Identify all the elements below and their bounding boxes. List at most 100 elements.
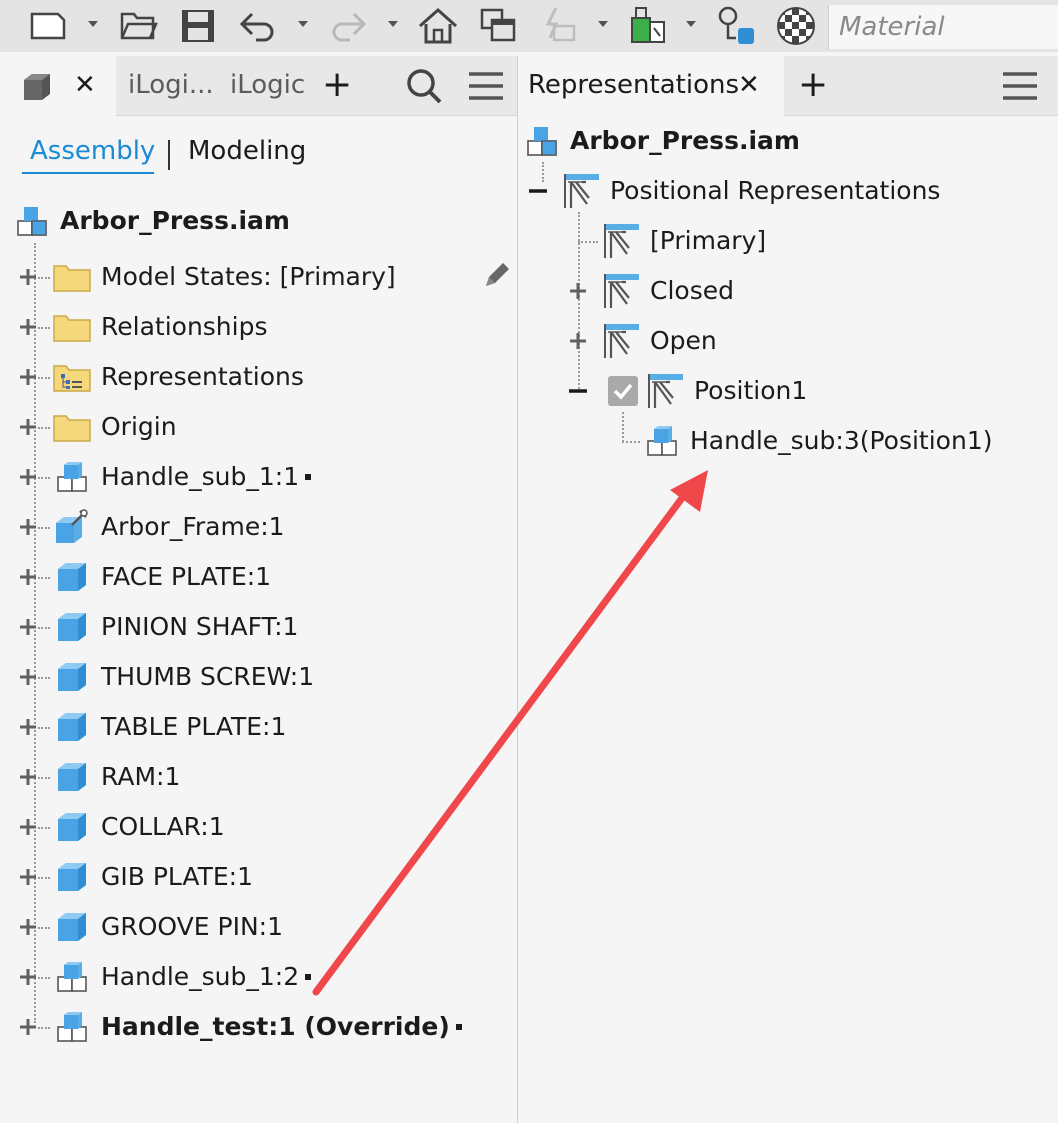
- rep-item-open[interactable]: Open: [650, 325, 717, 357]
- expand-open-button[interactable]: [568, 331, 588, 351]
- tree-item[interactable]: Handle_test:1 (Override): [0, 1002, 517, 1052]
- quick-access-toolbar: Material: [0, 0, 1058, 52]
- menu-icon[interactable]: [466, 66, 506, 106]
- tree-item[interactable]: Arbor_Frame:1: [0, 502, 517, 552]
- expand-button[interactable]: [18, 917, 38, 937]
- collapse-positional-button[interactable]: [528, 181, 548, 201]
- part-icon: [52, 707, 92, 747]
- tree-guide-line: [622, 441, 640, 443]
- tree-item[interactable]: Relationships: [0, 302, 517, 352]
- copy-views-icon[interactable]: [476, 4, 520, 48]
- assembly-icon: [524, 121, 564, 161]
- part-icon: [52, 907, 92, 947]
- material-dropdown[interactable]: Material: [828, 5, 1058, 49]
- tree-item[interactable]: THUMB SCREW:1: [0, 652, 517, 702]
- expand-button[interactable]: [18, 717, 38, 737]
- tree-item-label: Representations: [101, 362, 304, 391]
- tab-modeling[interactable]: Modeling: [188, 136, 306, 166]
- part-icon: [52, 807, 92, 847]
- tree-guide-line: [38, 827, 50, 829]
- material-sphere-icon[interactable]: [774, 4, 818, 48]
- folder-icon: [52, 307, 92, 347]
- tab-ilogic-truncated[interactable]: iLogi...: [128, 70, 214, 100]
- expand-button[interactable]: [18, 767, 38, 787]
- rep-item-handle-sub[interactable]: Handle_sub:3(Position1): [690, 425, 992, 457]
- tree-guide-line: [38, 1027, 50, 1029]
- redo-icon[interactable]: [326, 4, 370, 48]
- representations-tab-label[interactable]: Representations: [528, 70, 739, 100]
- tree-item[interactable]: Handle_sub_1:1: [0, 452, 517, 502]
- undo-chevron-down-icon[interactable]: [296, 16, 310, 30]
- tree-item[interactable]: FACE PLATE:1: [0, 552, 517, 602]
- expand-closed-button[interactable]: [568, 281, 588, 301]
- rep-item-primary[interactable]: [Primary]: [650, 225, 766, 257]
- tree-guide-line: [38, 977, 50, 979]
- expand-button[interactable]: [18, 467, 38, 487]
- tree-item[interactable]: COLLAR:1: [0, 802, 517, 852]
- edit-pencil-icon[interactable]: [482, 260, 512, 290]
- new-file-chevron-down-icon[interactable]: [86, 16, 100, 30]
- model-browser-panel: ✕ iLogi... iLogic + Assembly Modeling Ar…: [0, 56, 517, 1123]
- positional-representation-icon: [646, 371, 686, 411]
- rep-tree-root-label[interactable]: Arbor_Press.iam: [570, 125, 800, 157]
- save-icon[interactable]: [176, 4, 220, 48]
- tree-guide-line: [38, 627, 50, 629]
- tree-item[interactable]: Representations: [0, 352, 517, 402]
- part-icon: [52, 657, 92, 697]
- rep-item-position1[interactable]: Position1: [694, 375, 807, 407]
- expand-button[interactable]: [18, 317, 38, 337]
- add-tab-button[interactable]: +: [798, 64, 828, 105]
- tree-item[interactable]: PINION SHAFT:1: [0, 602, 517, 652]
- positional-representation-icon: [602, 271, 642, 311]
- sketch-chevron-down-icon[interactable]: [596, 16, 610, 30]
- expand-button[interactable]: [18, 817, 38, 837]
- sketch-icon[interactable]: [536, 4, 580, 48]
- assembly-icon: [14, 201, 54, 241]
- tree-guide-line: [578, 212, 580, 392]
- new-file-icon[interactable]: [26, 4, 70, 48]
- close-representations-tab-button[interactable]: ✕: [738, 70, 760, 100]
- expand-button[interactable]: [18, 267, 38, 287]
- tree-item-label: RAM:1: [101, 762, 181, 791]
- open-folder-icon[interactable]: [116, 4, 160, 48]
- expand-button[interactable]: [18, 667, 38, 687]
- rep-item-closed[interactable]: Closed: [650, 275, 734, 307]
- expand-button[interactable]: [18, 367, 38, 387]
- expand-button[interactable]: [18, 867, 38, 887]
- positional-representations-label[interactable]: Positional Representations: [610, 175, 940, 207]
- home-icon[interactable]: [416, 4, 460, 48]
- tree-item[interactable]: RAM:1: [0, 752, 517, 802]
- expand-button[interactable]: [18, 617, 38, 637]
- tree-item[interactable]: TABLE PLATE:1: [0, 702, 517, 752]
- tree-item[interactable]: Model States: [Primary]: [0, 252, 517, 302]
- tab-ilogic[interactable]: iLogic: [230, 70, 305, 100]
- tab-assembly[interactable]: Assembly: [30, 136, 155, 166]
- tree-item[interactable]: GROOVE PIN:1: [0, 902, 517, 952]
- subassembly-icon: [642, 421, 682, 461]
- subassembly-icon: [52, 1007, 92, 1047]
- add-tab-button[interactable]: +: [322, 64, 352, 105]
- tree-guide-line: [622, 412, 624, 442]
- search-icon[interactable]: [404, 66, 444, 106]
- component-settings-icon[interactable]: [714, 4, 758, 48]
- expand-button[interactable]: [18, 417, 38, 437]
- expand-button[interactable]: [18, 517, 38, 537]
- tree-root-label[interactable]: Arbor_Press.iam: [60, 205, 290, 237]
- expand-button[interactable]: [18, 1017, 38, 1037]
- position1-active-checkbox[interactable]: [608, 376, 638, 406]
- appearance-icon[interactable]: [626, 4, 670, 48]
- tree-guide-line: [38, 377, 50, 379]
- expand-button[interactable]: [18, 567, 38, 587]
- appearance-chevron-down-icon[interactable]: [684, 16, 698, 30]
- tree-item[interactable]: Origin: [0, 402, 517, 452]
- redo-chevron-down-icon[interactable]: [386, 16, 400, 30]
- undo-icon[interactable]: [236, 4, 280, 48]
- expand-button[interactable]: [18, 967, 38, 987]
- part-icon: [52, 757, 92, 797]
- close-model-tab-button[interactable]: ✕: [74, 70, 96, 100]
- model-tab-icon[interactable]: [18, 66, 58, 106]
- collapse-position1-button[interactable]: [568, 381, 588, 401]
- tree-item[interactable]: Handle_sub_1:2: [0, 952, 517, 1002]
- menu-icon[interactable]: [1000, 66, 1040, 106]
- tree-item[interactable]: GIB PLATE:1: [0, 852, 517, 902]
